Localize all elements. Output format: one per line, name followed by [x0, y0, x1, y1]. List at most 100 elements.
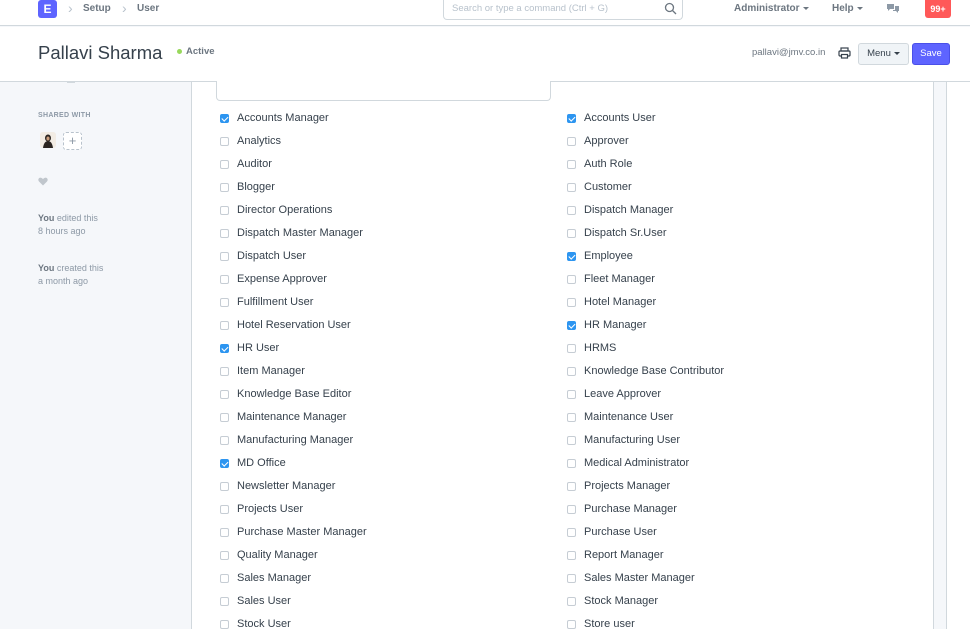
- breadcrumb-user[interactable]: User: [137, 3, 159, 14]
- search-input[interactable]: [452, 3, 662, 14]
- checkbox-checked-icon[interactable]: [220, 114, 229, 123]
- save-button[interactable]: Save: [912, 43, 950, 65]
- role-checkbox-item[interactable]: Purchase User: [567, 526, 887, 542]
- role-checkbox-item[interactable]: Sales User: [220, 595, 540, 611]
- print-icon[interactable]: [838, 47, 851, 59]
- checkbox-unchecked-icon[interactable]: [567, 459, 576, 468]
- checkbox-unchecked-icon[interactable]: [220, 252, 229, 261]
- role-checkbox-item[interactable]: Purchase Manager: [567, 503, 887, 519]
- role-checkbox-item[interactable]: Hotel Manager: [567, 296, 887, 312]
- role-checkbox-item[interactable]: Maintenance Manager: [220, 411, 540, 427]
- checkbox-unchecked-icon[interactable]: [220, 436, 229, 445]
- avatar[interactable]: [40, 132, 56, 148]
- role-checkbox-item[interactable]: Quality Manager: [220, 549, 540, 565]
- role-checkbox-item[interactable]: Dispatch Master Manager: [220, 227, 540, 243]
- role-checkbox-item[interactable]: Item Manager: [220, 365, 540, 381]
- checkbox-unchecked-icon[interactable]: [567, 528, 576, 537]
- checkbox-unchecked-icon[interactable]: [220, 160, 229, 169]
- checkbox-unchecked-icon[interactable]: [220, 298, 229, 307]
- checkbox-unchecked-icon[interactable]: [220, 229, 229, 238]
- checkbox-unchecked-icon[interactable]: [220, 390, 229, 399]
- checkbox-unchecked-icon[interactable]: [567, 620, 576, 629]
- checkbox-unchecked-icon[interactable]: [567, 574, 576, 583]
- checkbox-unchecked-icon[interactable]: [567, 183, 576, 192]
- role-checkbox-item[interactable]: Fulfillment User: [220, 296, 540, 312]
- role-checkbox-item[interactable]: Employee: [567, 250, 887, 266]
- role-checkbox-item[interactable]: Customer: [567, 181, 887, 197]
- role-checkbox-item[interactable]: Stock User: [220, 618, 540, 629]
- role-checkbox-item[interactable]: Approver: [567, 135, 887, 151]
- role-checkbox-item[interactable]: Manufacturing Manager: [220, 434, 540, 450]
- role-checkbox-item[interactable]: Projects User: [220, 503, 540, 519]
- role-checkbox-item[interactable]: Analytics: [220, 135, 540, 151]
- breadcrumb-setup[interactable]: Setup: [83, 3, 111, 14]
- role-checkbox-item[interactable]: Purchase Master Manager: [220, 526, 540, 542]
- role-checkbox-item[interactable]: Newsletter Manager: [220, 480, 540, 496]
- checkbox-checked-icon[interactable]: [567, 321, 576, 330]
- role-checkbox-item[interactable]: Sales Manager: [220, 572, 540, 588]
- checkbox-unchecked-icon[interactable]: [220, 183, 229, 192]
- checkbox-unchecked-icon[interactable]: [220, 574, 229, 583]
- checkbox-unchecked-icon[interactable]: [567, 137, 576, 146]
- role-checkbox-item[interactable]: Sales Master Manager: [567, 572, 887, 588]
- checkbox-unchecked-icon[interactable]: [567, 505, 576, 514]
- checkbox-unchecked-icon[interactable]: [567, 229, 576, 238]
- checkbox-unchecked-icon[interactable]: [567, 344, 576, 353]
- checkbox-unchecked-icon[interactable]: [567, 413, 576, 422]
- chat-icon[interactable]: [886, 3, 900, 15]
- role-checkbox-item[interactable]: Blogger: [220, 181, 540, 197]
- role-checkbox-item[interactable]: Maintenance User: [567, 411, 887, 427]
- checkbox-unchecked-icon[interactable]: [220, 620, 229, 629]
- help-menu[interactable]: Help: [832, 3, 863, 14]
- role-checkbox-item[interactable]: Report Manager: [567, 549, 887, 565]
- user-menu[interactable]: Administrator: [734, 3, 809, 14]
- role-checkbox-item[interactable]: Manufacturing User: [567, 434, 887, 450]
- role-checkbox-item[interactable]: Fleet Manager: [567, 273, 887, 289]
- add-share-button[interactable]: +: [63, 132, 82, 150]
- notifications-badge[interactable]: 99+: [925, 0, 951, 18]
- menu-button[interactable]: Menu: [858, 43, 909, 65]
- heart-icon[interactable]: [38, 177, 48, 186]
- checkbox-unchecked-icon[interactable]: [220, 528, 229, 537]
- checkbox-unchecked-icon[interactable]: [567, 390, 576, 399]
- role-checkbox-item[interactable]: Accounts Manager: [220, 112, 540, 128]
- role-checkbox-item[interactable]: Dispatch Sr.User: [567, 227, 887, 243]
- role-checkbox-item[interactable]: HR Manager: [567, 319, 887, 335]
- role-filter-field[interactable]: [216, 81, 551, 101]
- checkbox-unchecked-icon[interactable]: [220, 275, 229, 284]
- checkbox-checked-icon[interactable]: [220, 344, 229, 353]
- role-checkbox-item[interactable]: Accounts User: [567, 112, 887, 128]
- checkbox-unchecked-icon[interactable]: [220, 137, 229, 146]
- checkbox-unchecked-icon[interactable]: [567, 160, 576, 169]
- checkbox-unchecked-icon[interactable]: [220, 482, 229, 491]
- role-checkbox-item[interactable]: MD Office: [220, 457, 540, 473]
- checkbox-unchecked-icon[interactable]: [220, 413, 229, 422]
- role-checkbox-item[interactable]: Stock Manager: [567, 595, 887, 611]
- checkbox-unchecked-icon[interactable]: [567, 275, 576, 284]
- role-checkbox-item[interactable]: Knowledge Base Editor: [220, 388, 540, 404]
- checkbox-unchecked-icon[interactable]: [567, 436, 576, 445]
- role-checkbox-item[interactable]: HR User: [220, 342, 540, 358]
- role-checkbox-item[interactable]: Expense Approver: [220, 273, 540, 289]
- search-icon[interactable]: [664, 2, 677, 15]
- role-checkbox-item[interactable]: Dispatch User: [220, 250, 540, 266]
- role-checkbox-item[interactable]: Dispatch Manager: [567, 204, 887, 220]
- role-checkbox-item[interactable]: Store user: [567, 618, 887, 629]
- role-checkbox-item[interactable]: Leave Approver: [567, 388, 887, 404]
- checkbox-unchecked-icon[interactable]: [220, 367, 229, 376]
- checkbox-unchecked-icon[interactable]: [220, 206, 229, 215]
- checkbox-unchecked-icon[interactable]: [567, 367, 576, 376]
- role-checkbox-item[interactable]: Director Operations: [220, 204, 540, 220]
- checkbox-checked-icon[interactable]: [567, 114, 576, 123]
- role-checkbox-item[interactable]: Auditor: [220, 158, 540, 174]
- checkbox-unchecked-icon[interactable]: [220, 551, 229, 560]
- checkbox-unchecked-icon[interactable]: [567, 551, 576, 560]
- checkbox-checked-icon[interactable]: [567, 252, 576, 261]
- app-logo[interactable]: E: [38, 0, 57, 18]
- role-checkbox-item[interactable]: Hotel Reservation User: [220, 319, 540, 335]
- role-checkbox-item[interactable]: Medical Administrator: [567, 457, 887, 473]
- checkbox-unchecked-icon[interactable]: [567, 298, 576, 307]
- checkbox-unchecked-icon[interactable]: [220, 597, 229, 606]
- checkbox-unchecked-icon[interactable]: [220, 321, 229, 330]
- role-checkbox-item[interactable]: Knowledge Base Contributor: [567, 365, 887, 381]
